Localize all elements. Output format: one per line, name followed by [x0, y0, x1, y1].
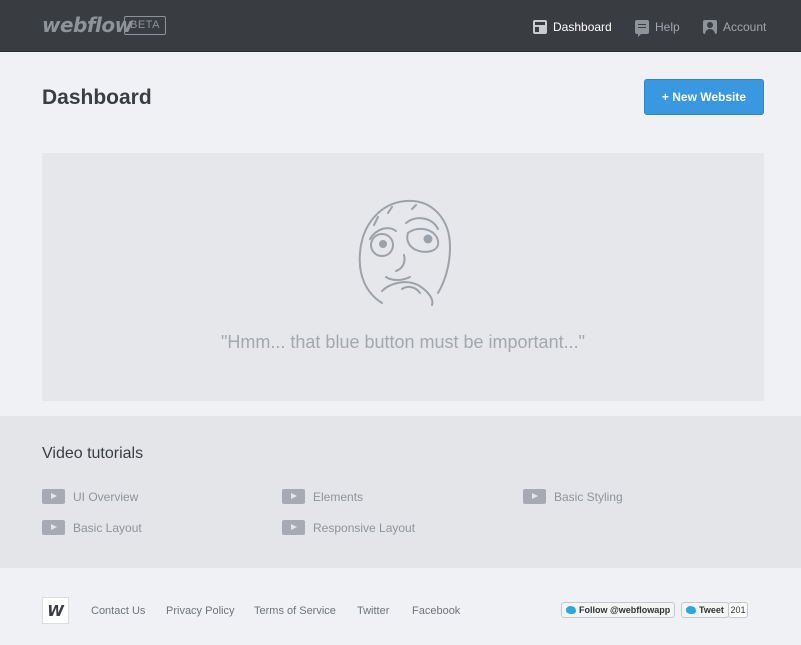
nav-dashboard[interactable]: Dashboard: [533, 18, 612, 36]
footer-link-privacy-policy[interactable]: Privacy Policy: [166, 605, 234, 617]
play-icon: [42, 489, 65, 504]
tutorial-link-elements[interactable]: Elements: [282, 489, 363, 504]
nav-account[interactable]: Account: [703, 18, 766, 36]
webflow-logo[interactable]: webflow: [42, 13, 133, 37]
help-icon: [635, 20, 649, 37]
new-website-button[interactable]: + New Website: [644, 79, 764, 115]
tweet-count: 201: [728, 602, 748, 618]
twitter-follow-button[interactable]: Follow @webflowapp: [561, 602, 676, 618]
beta-badge: BETA: [124, 16, 166, 35]
tweet-button[interactable]: Tweet: [681, 602, 729, 618]
nav-help[interactable]: Help: [635, 18, 680, 37]
thinking-face-icon: [358, 199, 451, 306]
video-tutorials-section: Video tutorials UI Overview Elements Bas…: [0, 416, 801, 568]
twitter-bird-icon: [566, 606, 576, 614]
play-icon: [523, 489, 546, 504]
twitter-bird-icon: [686, 606, 696, 614]
play-icon: [282, 489, 305, 504]
top-navbar: webflow BETA Dashboard Help Account: [0, 0, 801, 52]
nav-help-label: Help: [655, 20, 680, 34]
nav-dashboard-label: Dashboard: [553, 20, 612, 34]
tweet-label: Tweet: [699, 605, 724, 615]
tutorial-link-responsive-layout[interactable]: Responsive Layout: [282, 520, 415, 535]
tutorial-label: Responsive Layout: [313, 520, 416, 535]
footer-link-twitter[interactable]: Twitter: [357, 605, 389, 617]
footer-link-contact-us[interactable]: Contact Us: [91, 605, 145, 617]
footer-link-facebook[interactable]: Facebook: [412, 605, 460, 617]
tutorial-label: UI Overview: [73, 489, 139, 504]
tutorial-link-basic-styling[interactable]: Basic Styling: [523, 489, 623, 504]
play-icon: [282, 520, 305, 535]
dashboard-icon: [533, 20, 547, 34]
tutorial-label: Elements: [313, 489, 364, 504]
footer-webflow-logo[interactable]: W: [42, 597, 69, 624]
nav-account-label: Account: [723, 20, 767, 34]
tutorial-link-basic-layout[interactable]: Basic Layout: [42, 520, 142, 535]
footer-link-terms-of-service[interactable]: Terms of Service: [254, 605, 336, 617]
tutorial-link-ui-overview[interactable]: UI Overview: [42, 489, 138, 504]
tutorial-label: Basic Styling: [554, 489, 623, 504]
video-tutorials-title: Video tutorials: [42, 445, 144, 462]
empty-state-panel: "Hmm... that blue button must be importa…: [42, 153, 764, 401]
play-icon: [42, 520, 65, 535]
page-title: Dashboard: [42, 86, 152, 109]
account-icon: [703, 20, 717, 34]
follow-label: Follow @webflowapp: [579, 605, 671, 615]
tutorial-label: Basic Layout: [73, 520, 142, 535]
empty-state-message: "Hmm... that blue button must be importa…: [221, 332, 585, 352]
